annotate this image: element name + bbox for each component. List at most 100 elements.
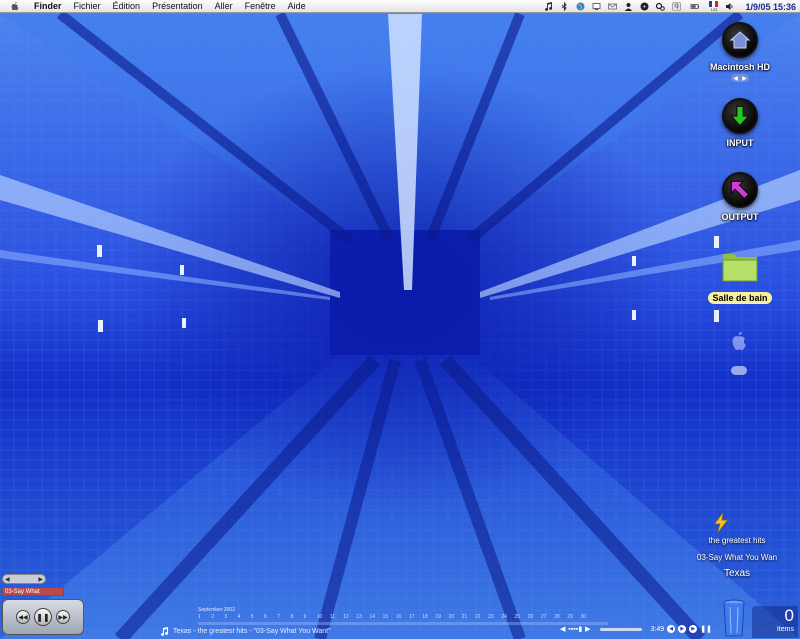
- apple-menu-icon[interactable]: [10, 0, 22, 12]
- gears-icon[interactable]: [656, 2, 666, 11]
- mini-track-label: 03-Say What: [2, 587, 64, 596]
- keyboard-flag[interactable]: 123: [709, 1, 719, 12]
- menu-aide[interactable]: Aide: [288, 0, 306, 13]
- status-next-button[interactable]: ▶: [689, 625, 698, 633]
- calendar-day[interactable]: 21: [462, 614, 475, 620]
- status-controls: ◀ ▪▪▪▪▮ ▶ 3:49 ◀ ▶ ▶ ❚❚: [560, 625, 712, 633]
- calendar-day[interactable]: 22: [475, 614, 488, 620]
- items-count: 0: [784, 606, 794, 625]
- desktop-wallpaper: [0, 0, 800, 639]
- desktop-icon-macintosh-hd[interactable]: Macintosh HD ◀ ▶: [700, 22, 780, 82]
- menu-finder[interactable]: Finder: [34, 0, 62, 13]
- calendar-day[interactable]: 15: [383, 614, 396, 620]
- volume-up-icon[interactable]: ▶: [585, 625, 590, 633]
- calendar-day[interactable]: 1: [198, 614, 211, 620]
- disc-icon[interactable]: [640, 2, 649, 11]
- desktop-icon-input[interactable]: INPUT: [700, 98, 780, 148]
- calendar-day[interactable]: 25: [515, 614, 528, 620]
- number-9-icon[interactable]: [672, 2, 682, 11]
- battery-icon[interactable]: [688, 2, 702, 11]
- calendar-day[interactable]: 7: [277, 614, 290, 620]
- calendar-day[interactable]: 27: [541, 614, 554, 620]
- calendar-day[interactable]: 18: [422, 614, 435, 620]
- np-album: the greatest hits: [708, 536, 766, 545]
- status-time: 3:49: [650, 625, 665, 633]
- calendar-day[interactable]: 23: [488, 614, 501, 620]
- menu-aller[interactable]: Aller: [215, 0, 233, 13]
- mini-player-titlebar[interactable]: ◀ ▶: [2, 574, 46, 584]
- screen-icon[interactable]: [592, 2, 601, 11]
- calendar-day[interactable]: 11: [330, 614, 343, 620]
- menu-clock[interactable]: 1/9/05 15:36: [745, 2, 796, 12]
- trash-icon[interactable]: [722, 598, 746, 638]
- down-arrow-icon: [722, 98, 758, 134]
- menu-fichier[interactable]: Fichier: [74, 0, 101, 13]
- desktop-icon-label: OUTPUT: [721, 212, 759, 222]
- status-prev-button[interactable]: ◀: [667, 625, 676, 633]
- calendar-day[interactable]: 28: [554, 614, 567, 620]
- menu-fenetre[interactable]: Fenêtre: [245, 0, 276, 13]
- globe-icon[interactable]: [576, 2, 585, 11]
- calendar-day[interactable]: 10: [317, 614, 330, 620]
- volume-icon[interactable]: [725, 2, 734, 11]
- np-artist: Texas: [723, 568, 751, 579]
- bluetooth-icon[interactable]: [560, 2, 569, 11]
- status-now-playing: Texas - the greatest hits - "03-Say What…: [173, 627, 331, 635]
- home-icon: [722, 22, 758, 58]
- calendar-day[interactable]: 8: [290, 614, 303, 620]
- next-button[interactable]: ▶▶: [56, 610, 70, 624]
- calendar-day[interactable]: 14: [369, 614, 382, 620]
- itunes-status-bar: Texas - the greatest hits - "03-Say What…: [160, 625, 712, 637]
- user-icon[interactable]: [624, 2, 633, 11]
- calendar-day[interactable]: 20: [449, 614, 462, 620]
- apple-logo-icon: [732, 331, 746, 351]
- calendar-day[interactable]: 6: [264, 614, 277, 620]
- mini-left-icon[interactable]: ◀: [5, 576, 10, 583]
- menu-edition[interactable]: Édition: [113, 0, 141, 13]
- folder-icon: [722, 254, 758, 282]
- mini-player-controls: ◀◀ ❚❚ ▶▶: [2, 599, 84, 635]
- calendar-days: 1 2 3 4 5 6 7 8 9 10 11 12 13 14 15 16 17 18 19 20 21 22 23 24 2…: [198, 614, 608, 620]
- desktop-icon-label: Macintosh HD: [709, 62, 770, 72]
- desktop-icon-salle-de-bain[interactable]: Salle de bain: [700, 248, 780, 306]
- calendar-day[interactable]: 2: [211, 614, 224, 620]
- music-note-icon: [161, 626, 169, 636]
- volume-level-icon[interactable]: ▪▪▪▪▮: [568, 625, 582, 633]
- keyboard-number: 123: [710, 7, 718, 12]
- volume-down-icon[interactable]: ◀: [560, 625, 565, 633]
- calendar-day[interactable]: 5: [251, 614, 264, 620]
- items-label: Items: [776, 626, 794, 633]
- desktop-icon-label: INPUT: [726, 138, 754, 148]
- desktop-icon-output[interactable]: OUTPUT: [700, 172, 780, 222]
- calendar-day[interactable]: 13: [356, 614, 369, 620]
- calendar-day[interactable]: 17: [409, 614, 422, 620]
- calendar-month: September 2002: [198, 607, 235, 613]
- calendar-day[interactable]: 12: [343, 614, 356, 620]
- progress-slider[interactable]: [599, 627, 642, 631]
- calendar-day[interactable]: 4: [238, 614, 251, 620]
- status-play-button[interactable]: ▶: [678, 625, 687, 633]
- calendar-day[interactable]: 24: [501, 614, 514, 620]
- menu-presentation[interactable]: Présentation: [152, 0, 203, 13]
- music-note-icon[interactable]: [544, 2, 553, 11]
- desktop-icon-label: Salle de bain: [708, 292, 772, 304]
- mini-right-icon[interactable]: ▶: [38, 576, 43, 583]
- np-song: 03-Say What You Wan: [696, 553, 778, 562]
- pill-indicator[interactable]: [731, 366, 747, 375]
- previous-button[interactable]: ◀◀: [16, 610, 30, 624]
- items-panel: 0 Items: [752, 606, 798, 638]
- mini-player: ◀ ▶ 03-Say What ◀◀ ❚❚ ▶▶: [2, 574, 84, 635]
- calendar-day[interactable]: 30: [580, 614, 593, 620]
- menu-extras: 123 1/9/05 15:36: [544, 0, 796, 13]
- calendar-day[interactable]: 3: [224, 614, 237, 620]
- calendar-day[interactable]: 16: [396, 614, 409, 620]
- pause-button[interactable]: ❚❚: [34, 608, 52, 626]
- up-left-arrow-icon: [722, 172, 758, 208]
- calendar-day[interactable]: 26: [528, 614, 541, 620]
- calendar-day[interactable]: 29: [567, 614, 580, 620]
- mail-icon[interactable]: [608, 2, 618, 11]
- status-pause-icon[interactable]: ❚❚: [700, 625, 712, 633]
- hd-arrows-icon[interactable]: ◀ ▶: [731, 74, 749, 82]
- calendar-day[interactable]: 19: [435, 614, 448, 620]
- calendar-day[interactable]: 9: [304, 614, 317, 620]
